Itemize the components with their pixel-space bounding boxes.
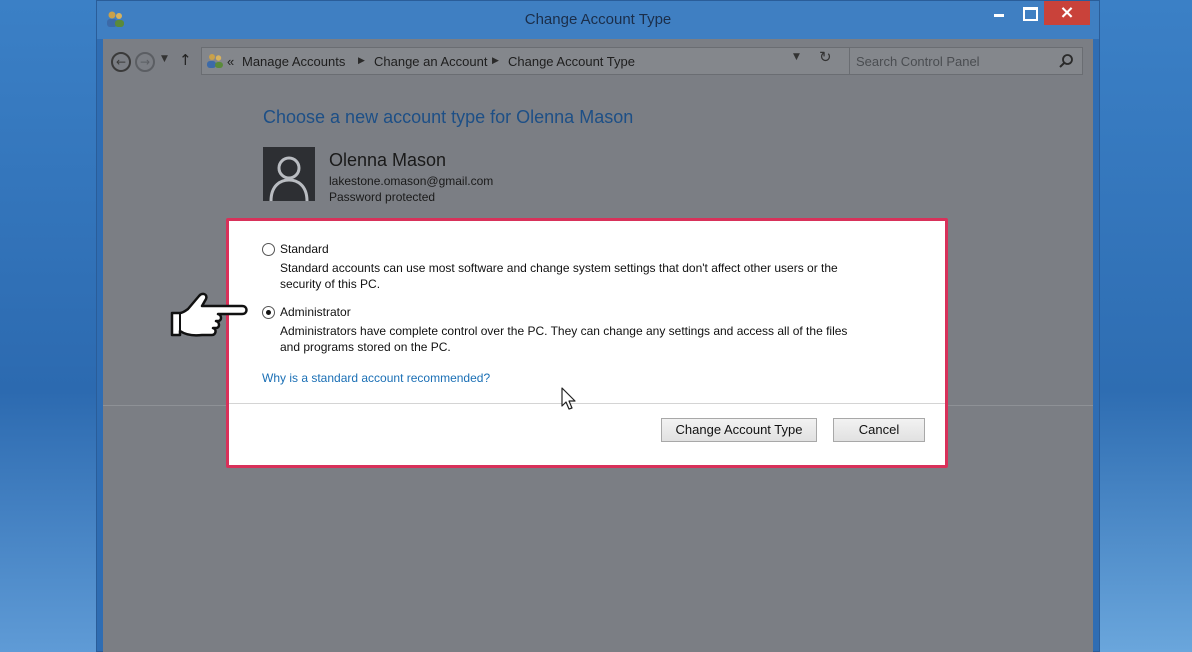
- option-description-administrator-line2: and programs stored on the PC.: [280, 340, 451, 354]
- back-button[interactable]: ←: [111, 52, 131, 72]
- user-email: lakestone.omason@gmail.com: [329, 174, 494, 188]
- address-toolbar: ← → ▼ ↑ « Manage Accounts ▶ Change an Ac…: [103, 39, 1093, 83]
- option-label-standard[interactable]: Standard: [280, 242, 329, 256]
- change-account-type-button[interactable]: Change Account Type: [661, 418, 817, 442]
- search-box[interactable]: [849, 47, 1083, 75]
- chevron-right-icon[interactable]: ▶: [492, 55, 499, 66]
- refresh-icon[interactable]: ↻: [819, 48, 832, 66]
- breadcrumb-item-change-account-type[interactable]: Change Account Type: [508, 54, 635, 69]
- minimize-button[interactable]: [984, 1, 1014, 25]
- help-link[interactable]: Why is a standard account recommended?: [262, 371, 490, 385]
- search-icon[interactable]: [1058, 53, 1074, 69]
- close-button[interactable]: [1044, 1, 1090, 25]
- window-title: Change Account Type: [524, 11, 672, 28]
- breadcrumb-overflow[interactable]: «: [227, 54, 234, 69]
- forward-button[interactable]: →: [135, 52, 155, 72]
- maximize-button[interactable]: [1014, 1, 1044, 25]
- user-name: Olenna Mason: [329, 150, 447, 170]
- option-description-administrator-line1: Administrators have complete control ove…: [280, 324, 848, 338]
- account-type-panel: Standard Standard accounts can use most …: [226, 218, 948, 468]
- breadcrumb-item-change-an-account[interactable]: Change an Account: [374, 54, 487, 69]
- radio-administrator[interactable]: [262, 306, 275, 319]
- option-description-standard-line1: Standard accounts can use most software …: [280, 261, 838, 275]
- option-description-standard-line2: security of this PC.: [280, 277, 381, 291]
- mouse-cursor-icon: [561, 387, 576, 410]
- recent-locations-chevron-down-icon[interactable]: ▼: [161, 54, 168, 64]
- desktop-background-right: [1100, 0, 1192, 652]
- users-icon: [207, 54, 223, 68]
- avatar: [263, 147, 315, 201]
- radio-standard[interactable]: [262, 243, 275, 256]
- divider: [229, 403, 945, 404]
- user-status: Password protected: [329, 190, 436, 204]
- up-arrow-icon[interactable]: ↑: [179, 51, 192, 69]
- address-chevron-down-icon[interactable]: ▼: [793, 52, 800, 62]
- title-bar[interactable]: Change Account Type: [97, 1, 1099, 39]
- breadcrumb-item-manage-accounts[interactable]: Manage Accounts: [242, 54, 345, 69]
- desktop-background-left: [0, 0, 96, 652]
- page-title: Choose a new account type for Olenna Mas…: [263, 107, 634, 127]
- search-input[interactable]: [856, 52, 1046, 70]
- option-label-administrator[interactable]: Administrator: [280, 305, 351, 319]
- pointing-hand-icon: [170, 292, 248, 337]
- cancel-button[interactable]: Cancel: [833, 418, 925, 442]
- chevron-right-icon[interactable]: ▶: [358, 55, 365, 66]
- breadcrumb[interactable]: « Manage Accounts ▶ Change an Account ▶ …: [201, 47, 861, 75]
